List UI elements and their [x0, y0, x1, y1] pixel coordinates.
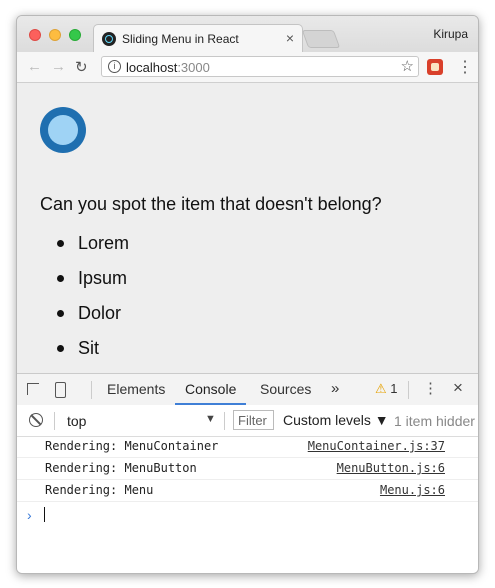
tab-title: Sliding Menu in React	[122, 32, 239, 46]
address-bar[interactable]: i localhost:3000 ☆	[101, 56, 419, 77]
divider	[91, 381, 92, 399]
filter-input[interactable]: Filter	[233, 410, 274, 430]
maximize-window-button[interactable]	[69, 29, 81, 41]
devtools-close-icon[interactable]: ×	[453, 378, 463, 398]
warning-counter[interactable]: ⚠ 1	[375, 381, 398, 397]
console-message: Rendering: Menu Menu.js:6	[17, 480, 478, 502]
list-item: Ipsum	[53, 266, 129, 301]
console-log-list: Rendering: MenuContainer MenuContainer.j…	[17, 436, 478, 502]
new-tab-button[interactable]	[301, 30, 341, 48]
warning-count: 1	[390, 381, 398, 396]
divider	[54, 412, 55, 430]
console-message: Rendering: MenuContainer MenuContainer.j…	[17, 436, 478, 458]
close-window-button[interactable]	[29, 29, 41, 41]
item-list: Lorem Ipsum Dolor Sit	[53, 231, 129, 371]
log-levels-select[interactable]: Custom levels ▼	[283, 412, 389, 428]
more-tabs-icon[interactable]: »	[331, 380, 339, 397]
url-text[interactable]: localhost:3000	[126, 60, 210, 75]
extension-icon[interactable]	[427, 59, 443, 75]
log-text: Rendering: Menu	[45, 483, 154, 497]
title-bar: Sliding Menu in React × Kirupa	[17, 16, 478, 53]
devtools-menu-icon[interactable]: ⋮	[423, 379, 438, 397]
devtools-tab-bar: Elements Console Sources » ⚠ 1 ⋮ ×	[17, 374, 478, 406]
list-item: Lorem	[53, 231, 129, 266]
console-message: Rendering: MenuButton MenuButton.js:6	[17, 458, 478, 480]
tab-console[interactable]: Console	[175, 374, 247, 405]
context-select[interactable]: top	[67, 413, 86, 429]
browser-toolbar: ← → ↻ i localhost:3000 ☆ ⋮	[17, 52, 478, 83]
tab-sources[interactable]: Sources	[260, 374, 311, 405]
tab-close-icon[interactable]: ×	[286, 30, 294, 46]
tab-elements[interactable]: Elements	[107, 374, 165, 405]
divider	[408, 381, 409, 399]
url-host: localhost	[126, 60, 178, 75]
chevron-down-icon[interactable]: ▼	[205, 413, 216, 425]
browser-tab[interactable]: Sliding Menu in React ×	[93, 24, 303, 53]
console-input[interactable]	[44, 507, 45, 522]
console-filter-bar: top ▼ Filter Custom levels ▼ 1 item hidd…	[17, 405, 478, 437]
log-text: Rendering: MenuButton	[45, 461, 197, 475]
question-text: Can you spot the item that doesn't belon…	[40, 194, 382, 214]
browser-window: Sliding Menu in React × Kirupa ← → ↻ i l…	[16, 15, 479, 574]
minimize-window-button[interactable]	[49, 29, 61, 41]
log-source-link[interactable]: MenuContainer.js:37	[308, 439, 445, 453]
log-text: Rendering: MenuContainer	[45, 439, 219, 453]
warning-icon: ⚠	[375, 381, 387, 396]
menu-dots-icon[interactable]: ⋮	[457, 57, 473, 77]
react-favicon-icon	[102, 32, 116, 46]
clear-console-icon[interactable]	[29, 413, 43, 427]
list-item: Sit	[53, 336, 129, 371]
devtools-panel: Elements Console Sources » ⚠ 1 ⋮ × top ▼…	[17, 373, 478, 573]
page-content: Can you spot the item that doesn't belon…	[17, 83, 478, 373]
device-toolbar-icon[interactable]	[55, 382, 66, 398]
url-port: :3000	[177, 60, 210, 75]
log-source-link[interactable]: MenuButton.js:6	[337, 461, 445, 475]
profile-name[interactable]: Kirupa	[433, 27, 468, 41]
log-source-link[interactable]: Menu.js:6	[380, 483, 445, 497]
back-arrow-icon[interactable]: ←	[27, 58, 42, 75]
divider	[224, 412, 225, 430]
star-icon[interactable]: ☆	[401, 57, 414, 75]
circle-menu-button[interactable]	[40, 107, 86, 153]
list-item: Dolor	[53, 301, 129, 336]
hidden-items-count: 1 item hidder	[394, 413, 475, 429]
inspect-element-icon[interactable]	[27, 383, 39, 395]
console-prompt-icon: ›	[27, 507, 32, 523]
reload-icon[interactable]: ↻	[75, 58, 88, 76]
info-icon[interactable]: i	[108, 60, 121, 73]
forward-arrow-icon[interactable]: →	[51, 58, 66, 75]
